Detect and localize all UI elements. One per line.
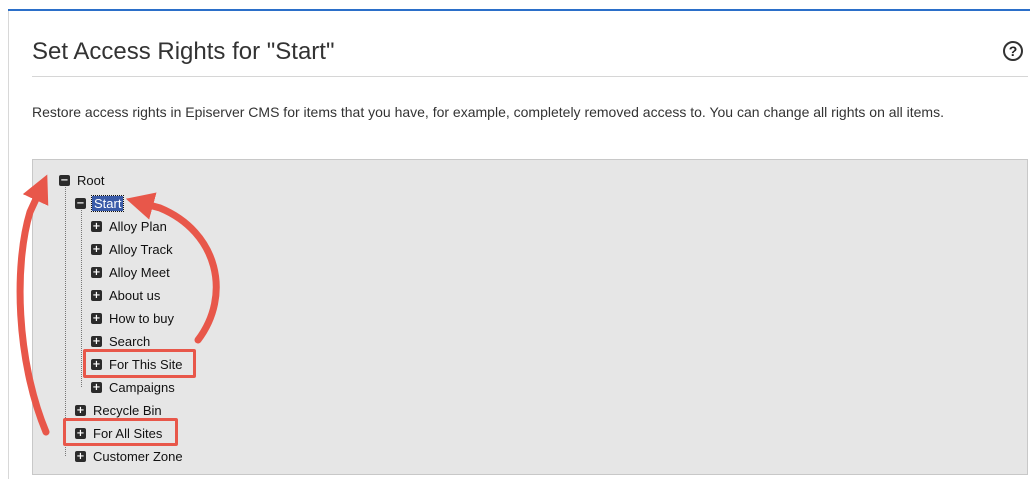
tree-node-search[interactable]: + Search bbox=[91, 332, 151, 350]
expand-toggle-icon[interactable]: + bbox=[75, 450, 86, 462]
expand-toggle-icon[interactable]: + bbox=[91, 243, 102, 255]
tree-node-recycle-bin[interactable]: + Recycle Bin bbox=[75, 401, 163, 419]
tree-guide-line bbox=[65, 185, 66, 456]
tree-node-label: Root bbox=[77, 172, 105, 188]
tree-node-start[interactable]: − Start bbox=[75, 194, 125, 212]
collapse-toggle-icon[interactable]: − bbox=[59, 174, 70, 186]
top-accent-bar bbox=[8, 9, 1030, 11]
expand-toggle-icon[interactable]: + bbox=[75, 404, 86, 416]
expand-toggle-icon[interactable]: + bbox=[91, 220, 102, 232]
annotation-box-for-this-site bbox=[83, 349, 196, 378]
tree-node-campaigns[interactable]: + Campaigns bbox=[91, 378, 176, 396]
expand-toggle-icon[interactable]: + bbox=[91, 289, 102, 301]
tree-node-label: Recycle Bin bbox=[93, 402, 162, 418]
tree-node-alloy-plan[interactable]: + Alloy Plan bbox=[91, 217, 168, 235]
annotation-box-for-all-sites bbox=[63, 418, 178, 446]
tree-node-alloy-meet[interactable]: + Alloy Meet bbox=[91, 263, 171, 281]
tree-node-label: Search bbox=[109, 333, 151, 349]
expand-toggle-icon[interactable]: + bbox=[91, 335, 102, 347]
expand-toggle-icon[interactable]: + bbox=[91, 266, 102, 278]
tree-node-label: Alloy Meet bbox=[109, 264, 170, 280]
tree-node-alloy-track[interactable]: + Alloy Track bbox=[91, 240, 174, 258]
panel-left-border bbox=[8, 11, 9, 479]
tree-node-label: Campaigns bbox=[109, 379, 175, 395]
tree-node-label: Alloy Track bbox=[109, 241, 173, 257]
tree-node-label: How to buy bbox=[109, 310, 175, 326]
tree-node-label: Alloy Plan bbox=[109, 218, 167, 234]
help-icon[interactable]: ? bbox=[1003, 41, 1023, 61]
tree-node-root[interactable]: − Root bbox=[59, 171, 105, 189]
title-divider bbox=[32, 76, 1028, 77]
tree-node-how-to-buy[interactable]: + How to buy bbox=[91, 309, 175, 327]
access-rights-tree bbox=[32, 159, 1028, 475]
tree-node-label: Start bbox=[90, 194, 125, 212]
tree-node-customer-zone[interactable]: + Customer Zone bbox=[75, 447, 184, 465]
tree-node-label: Customer Zone bbox=[93, 448, 183, 464]
expand-toggle-icon[interactable]: + bbox=[91, 312, 102, 324]
collapse-toggle-icon[interactable]: − bbox=[75, 197, 86, 209]
page-description: Restore access rights in Episerver CMS f… bbox=[32, 104, 944, 120]
tree-guide-line bbox=[81, 207, 82, 387]
tree-node-about-us[interactable]: + About us bbox=[91, 286, 161, 304]
page-title: Set Access Rights for "Start" bbox=[32, 38, 335, 65]
expand-toggle-icon[interactable]: + bbox=[91, 381, 102, 393]
tree-node-label: About us bbox=[109, 287, 161, 303]
